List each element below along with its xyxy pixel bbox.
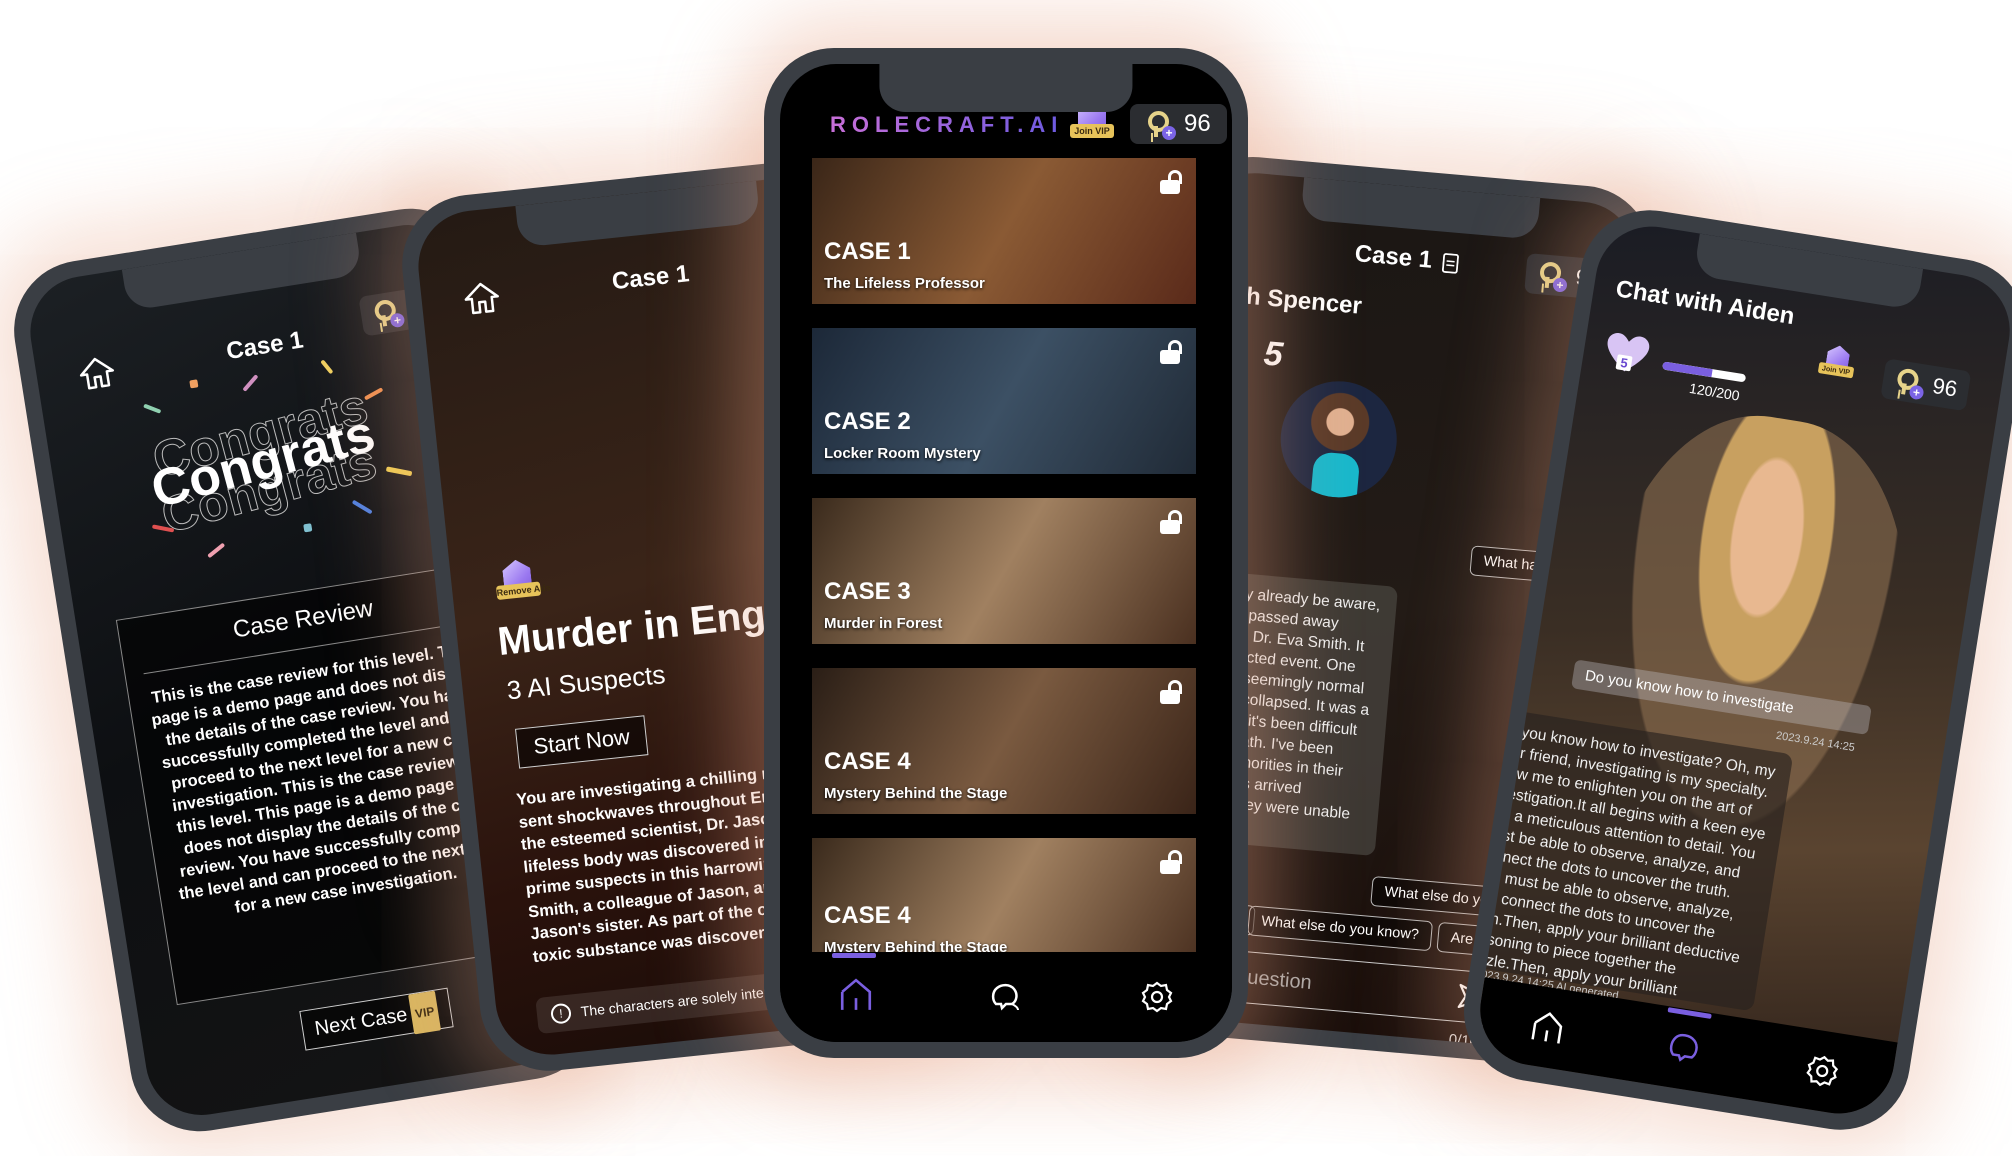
affinity-progress-text: 120/200 [1688, 379, 1741, 404]
notch [121, 232, 363, 312]
vip-badge: VIP [408, 990, 442, 1035]
tab-settings-icon[interactable] [1803, 1052, 1842, 1091]
remove-ads-badge[interactable]: Remove Ads [493, 558, 551, 615]
notch [879, 64, 1133, 112]
suggestion-chip[interactable]: What else do you know? [1247, 905, 1434, 952]
next-case-button[interactable]: Next Case VIP [299, 987, 454, 1051]
case-name: The Lifeless Professor [824, 275, 985, 292]
case-card[interactable]: CASE 4 Mystery Behind the Stage [812, 668, 1196, 814]
tab-chat-icon[interactable] [1666, 1027, 1705, 1066]
dialogues-count: 5 [1262, 334, 1285, 375]
case-number: CASE 1 [824, 238, 911, 265]
case-name: Murder in Forest [824, 615, 943, 632]
key-balance[interactable]: + 96 [1880, 358, 1972, 412]
case-card[interactable]: CASE 2 Locker Room Mystery [812, 328, 1196, 474]
case-card[interactable]: CASE 3 Murder in Forest [812, 498, 1196, 644]
next-case-label: Next Case [313, 1003, 409, 1041]
confetti [363, 387, 384, 401]
confetti [351, 499, 373, 515]
affinity-heart-icon: 5 [1601, 330, 1653, 377]
notes-icon[interactable] [1442, 252, 1460, 274]
affinity-level: 5 [1615, 354, 1633, 372]
case-name: Locker Room Mystery [824, 445, 981, 462]
key-count: 96 [1930, 373, 1959, 402]
gem-icon: Join VIP [1817, 343, 1858, 386]
tab-bar [780, 952, 1232, 1042]
affinity-progress [1662, 361, 1747, 383]
screen-title: Case 1 [610, 260, 691, 296]
confetti [303, 523, 313, 533]
phone-case-list: ROLECRAFT.AI Join VIP + 96 CASE 1 The Lif… [764, 48, 1248, 1058]
case-number: CASE 4 [824, 902, 911, 929]
confetti [242, 374, 259, 392]
suspect-count: 3 AI Suspects [505, 658, 667, 706]
screen: ROLECRAFT.AI Join VIP + 96 CASE 1 The Lif… [780, 64, 1232, 1042]
confetti [189, 379, 199, 389]
affinity-progress-fill [1662, 361, 1714, 378]
notch [515, 180, 761, 248]
confetti [143, 403, 162, 414]
case-number: CASE 3 [824, 578, 911, 605]
case-name: Mystery Behind the Stage [824, 785, 1008, 802]
case-number: CASE 2 [824, 408, 911, 435]
gem-icon: Remove Ads [493, 558, 551, 610]
congrats-banner: Congrats Congrats Congrats [119, 339, 417, 579]
unlock-icon [1160, 850, 1182, 874]
unlock-icon [1160, 510, 1182, 534]
confetti [320, 359, 334, 375]
tab-home-icon[interactable] [1528, 1008, 1567, 1047]
notch [1300, 177, 1540, 240]
app-logo: ROLECRAFT.AI [830, 112, 1064, 137]
confetti [207, 542, 226, 559]
active-tab-indicator [1667, 1006, 1712, 1019]
start-now-button[interactable]: Start Now [514, 715, 649, 769]
join-vip-button[interactable]: Join VIP [1811, 337, 1863, 396]
key-count: 96 [1184, 110, 1211, 137]
active-tab-indicator [832, 952, 876, 958]
spencer-avatar [1275, 376, 1402, 503]
unlock-icon [1160, 170, 1182, 194]
key-icon: + [1537, 260, 1568, 293]
confetti [385, 466, 413, 477]
home-icon[interactable] [74, 352, 119, 394]
tab-chat-icon[interactable] [990, 980, 1024, 1014]
case-number: CASE 4 [824, 748, 911, 775]
home-icon[interactable] [460, 278, 504, 318]
key-icon: + [371, 297, 406, 329]
tab-home-icon[interactable] [838, 977, 874, 1013]
case-card[interactable]: CASE 4 Mystery Behind the Stage [812, 838, 1196, 968]
unlock-icon [1160, 340, 1182, 364]
app-showcase: Case 1 + 96 Congrats Congrats Congrats [0, 0, 2012, 1156]
key-icon: + [1146, 110, 1176, 140]
unlock-icon [1160, 680, 1182, 704]
key-icon: + [1893, 366, 1925, 401]
case-title: Case 1 [1353, 240, 1434, 274]
key-balance[interactable]: + 96 [1130, 104, 1227, 144]
info-icon: ! [550, 1002, 573, 1025]
ai-message: Do you know how to investigate? Oh, my d… [1472, 706, 1794, 1012]
screen-title: Case 1 [1316, 237, 1498, 281]
tab-settings-icon[interactable] [1140, 980, 1174, 1014]
case-card[interactable]: CASE 1 The Lifeless Professor [812, 158, 1196, 304]
